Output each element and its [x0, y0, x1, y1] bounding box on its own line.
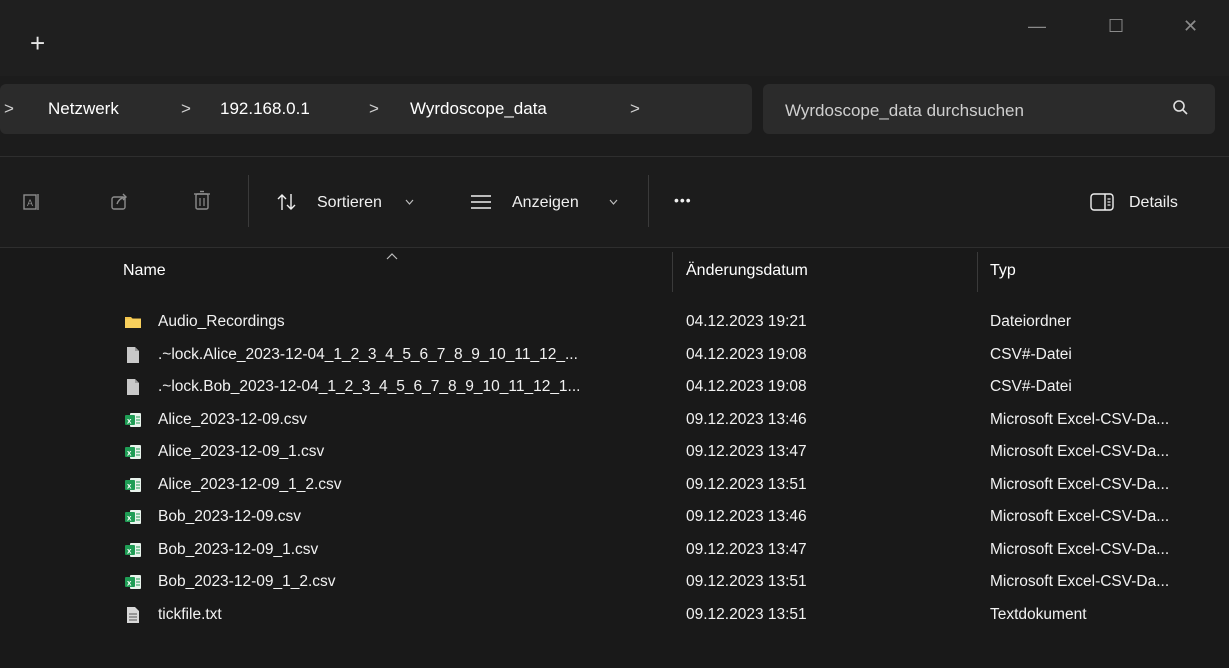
file-date: 09.12.2023 13:46: [686, 410, 807, 428]
search-input[interactable]: Wyrdoscope_data durchsuchen: [785, 101, 1024, 121]
file-row[interactable]: x Bob_2023-12-09.csv 09.12.2023 13:46 Micro…: [110, 502, 1229, 532]
maximize-button[interactable]: ☐: [1108, 16, 1124, 36]
view-button-label[interactable]: Anzeigen: [512, 194, 579, 212]
breadcrumb-separator[interactable]: >: [630, 99, 640, 119]
excel-icon: x: [125, 477, 141, 492]
svg-text:x: x: [127, 449, 132, 458]
details-button-label[interactable]: Details: [1129, 194, 1178, 212]
breadcrumb-item-netzwerk[interactable]: Netzwerk: [48, 99, 119, 119]
file-name[interactable]: Alice_2023-12-09.csv: [158, 411, 688, 429]
excel-icon: x: [125, 575, 141, 589]
file-row[interactable]: .~lock.Bob_2023-12-04_1_2_3_4_5_6_7_8_9_…: [110, 372, 1229, 402]
rename-icon[interactable]: A: [22, 192, 42, 212]
file-row[interactable]: Audio_Recordings 04.12.2023 19:21 Dateiord…: [110, 307, 1229, 337]
divider: [0, 247, 1229, 248]
excel-icon: x: [125, 445, 141, 459]
file-date: 09.12.2023 13:46: [686, 508, 807, 525]
sort-ascending-indicator-icon: [386, 253, 398, 260]
share-icon[interactable]: [110, 192, 130, 212]
file-type: Microsoft Excel-CSV-Da...: [990, 475, 1170, 493]
new-tab-button[interactable]: +: [30, 30, 45, 56]
file-date: 04.12.2023 19:08: [686, 378, 807, 395]
text-file-icon: [127, 606, 139, 623]
file-name[interactable]: .~lock.Alice_2023-12-04_1_2_3_4_5_6_7_8_…: [158, 346, 688, 364]
file-type: Dateiordner: [990, 313, 1071, 330]
file-name[interactable]: Alice_2023-12-09_1.csv: [158, 443, 688, 461]
delete-icon[interactable]: [192, 190, 212, 212]
file-type: Microsoft Excel-CSV-Da...: [990, 443, 1170, 460]
file-icon: [127, 346, 139, 363]
file-date: 09.12.2023 13:47: [686, 443, 807, 460]
file-name[interactable]: Alice_2023-12-09_1_2.csv: [158, 476, 688, 494]
more-options-button[interactable]: •••: [674, 192, 692, 208]
svg-text:x: x: [127, 416, 132, 425]
file-name[interactable]: .~lock.Bob_2023-12-04_1_2_3_4_5_6_7_8_9_…: [158, 378, 688, 396]
navigation-pane: [0, 248, 80, 668]
file-type: CSV#-Datei: [990, 378, 1072, 395]
excel-icon: x: [125, 412, 141, 427]
file-date: 09.12.2023 13:51: [686, 475, 807, 493]
file-type: Microsoft Excel-CSV-Da...: [990, 540, 1170, 558]
breadcrumb-item-wyrdoscope-data[interactable]: Wyrdoscope_data: [410, 99, 547, 119]
breadcrumb-leading-chevron[interactable]: >: [4, 99, 14, 119]
svg-text:x: x: [127, 481, 132, 490]
excel-icon: x: [125, 510, 141, 524]
folder-icon: [125, 317, 141, 328]
file-date: 04.12.2023 19:08: [686, 345, 807, 363]
sort-icon[interactable]: [276, 192, 298, 212]
toolbar-separator: [648, 175, 649, 227]
column-header-name[interactable]: Name: [123, 262, 166, 280]
file-row[interactable]: x Alice_2023-12-09_1.csv 09.12.2023 13:47 M…: [110, 437, 1229, 467]
breadcrumb-item-ip[interactable]: 192.168.0.1: [220, 99, 310, 119]
file-row[interactable]: x Bob_2023-12-09_1_2.csv 09.12.2023 13:51 M…: [110, 567, 1229, 597]
file-type: CSV#-Datei: [990, 345, 1072, 363]
file-type: Microsoft Excel-CSV-Da...: [990, 573, 1170, 590]
file-date: 04.12.2023 19:21: [686, 313, 807, 330]
svg-text:A: A: [27, 198, 33, 208]
svg-text:x: x: [127, 579, 132, 588]
column-header-type[interactable]: Typ: [990, 262, 1016, 280]
sort-button-label[interactable]: Sortieren: [317, 194, 382, 212]
breadcrumb-separator[interactable]: >: [181, 99, 191, 119]
file-name[interactable]: Bob_2023-12-09.csv: [158, 508, 688, 526]
file-name[interactable]: Bob_2023-12-09_1.csv: [158, 541, 688, 559]
file-date: 09.12.2023 13:51: [686, 605, 807, 623]
column-divider[interactable]: [977, 252, 978, 292]
file-type: Microsoft Excel-CSV-Da...: [990, 508, 1170, 525]
file-date: 09.12.2023 13:51: [686, 573, 807, 590]
file-name[interactable]: Bob_2023-12-09_1_2.csv: [158, 573, 688, 591]
file-icon: [127, 379, 139, 395]
view-icon[interactable]: [470, 194, 492, 210]
details-icon[interactable]: [1090, 193, 1114, 211]
title-bar: [0, 0, 1229, 76]
file-type: Microsoft Excel-CSV-Da...: [990, 410, 1170, 428]
svg-text:x: x: [127, 514, 132, 523]
minimize-button[interactable]: —: [1028, 16, 1046, 36]
chevron-down-icon[interactable]: [405, 199, 414, 205]
file-row[interactable]: x Bob_2023-12-09_1.csv 09.12.2023 13:47 Mic…: [110, 535, 1229, 565]
file-type: Textdokument: [990, 605, 1087, 623]
chevron-down-icon[interactable]: [609, 199, 618, 205]
column-header-date[interactable]: Änderungsdatum: [686, 262, 808, 280]
excel-icon: x: [125, 542, 141, 557]
search-icon[interactable]: [1172, 99, 1190, 117]
breadcrumb-separator[interactable]: >: [369, 99, 379, 119]
file-name[interactable]: Audio_Recordings: [158, 313, 688, 331]
file-name[interactable]: tickfile.txt: [158, 606, 688, 624]
file-row[interactable]: .~lock.Alice_2023-12-04_1_2_3_4_5_6_7_8_…: [110, 340, 1229, 370]
toolbar-separator: [248, 175, 249, 227]
file-date: 09.12.2023 13:47: [686, 540, 807, 558]
close-button[interactable]: ✕: [1183, 16, 1198, 36]
svg-text:x: x: [127, 546, 132, 555]
file-row[interactable]: tickfile.txt 09.12.2023 13:51 Textdokument: [110, 600, 1229, 630]
file-row[interactable]: x Alice_2023-12-09.csv 09.12.2023 13:46 Mic…: [110, 405, 1229, 435]
column-divider[interactable]: [672, 252, 673, 292]
file-row[interactable]: x Alice_2023-12-09_1_2.csv 09.12.2023 13:5…: [110, 470, 1229, 500]
